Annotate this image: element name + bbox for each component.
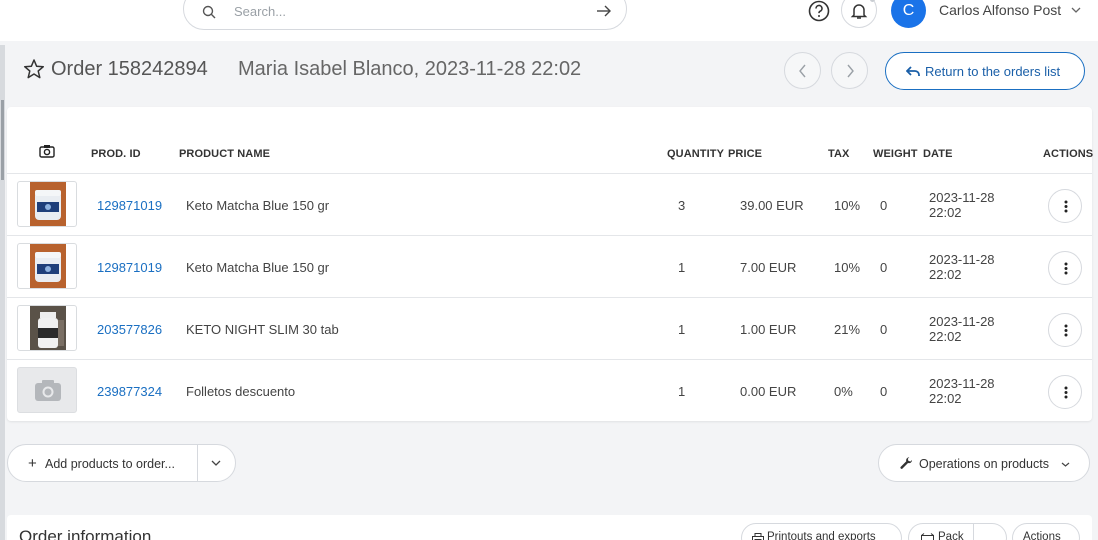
product-name: Keto Matcha Blue 150 gr — [186, 260, 330, 275]
product-image[interactable] — [17, 243, 77, 289]
header-date[interactable]: DATE — [923, 148, 953, 160]
divider — [973, 524, 974, 540]
return-arrow-icon — [906, 66, 920, 76]
product-image[interactable] — [17, 181, 77, 227]
tax: 10% — [834, 260, 861, 275]
printouts-label: Printouts and exports — [767, 531, 876, 540]
chevron-down-icon — [1061, 462, 1070, 467]
product-name: KETO NIGHT SLIM 30 tab — [186, 322, 339, 337]
tax: 10% — [834, 198, 861, 213]
add-products-button[interactable]: + Add products to order... — [7, 444, 236, 482]
arrow-right-icon[interactable] — [596, 3, 612, 19]
page-title: Order 158242894 — [51, 58, 208, 80]
return-to-orders-button[interactable]: Return to the orders list — [885, 52, 1085, 90]
search-icon — [202, 5, 216, 19]
header-price[interactable]: PRICE — [728, 148, 762, 160]
notifications-button[interactable] — [841, 0, 877, 28]
help-icon[interactable] — [808, 0, 830, 22]
price: 39.00 EUR — [740, 198, 804, 213]
quantity: 3 — [678, 198, 686, 213]
product-id-link[interactable]: 129871019 — [97, 260, 162, 275]
quantity: 1 — [678, 384, 686, 399]
return-label: Return to the orders list — [925, 64, 1061, 79]
header-product-name[interactable]: PRODUCT NAME — [179, 148, 270, 160]
box-icon — [921, 533, 934, 540]
table-row: 129871019 Keto Matcha Blue 150 gr 1 7.00… — [7, 235, 1092, 297]
star-icon[interactable] — [23, 58, 45, 80]
row-actions-button[interactable] — [1048, 313, 1082, 347]
weight: 0 — [880, 198, 888, 213]
date: 2023-11-28 22:02 — [929, 376, 995, 406]
tax: 21% — [834, 322, 861, 337]
bell-icon — [850, 4, 868, 19]
date: 2023-11-28 22:02 — [929, 190, 995, 220]
row-actions-button[interactable] — [1048, 375, 1082, 409]
divider — [197, 445, 198, 481]
scrollbar-thumb[interactable] — [1, 100, 4, 180]
weight: 0 — [880, 322, 888, 337]
product-id-link[interactable]: 203577826 — [97, 322, 162, 337]
product-image-placeholder[interactable] — [17, 367, 77, 413]
notification-dot — [870, 0, 875, 2]
header-prod-id[interactable]: PROD. ID — [91, 148, 141, 160]
plus-icon: + — [28, 455, 37, 472]
product-image[interactable] — [17, 305, 77, 351]
table-row: 129871019 Keto Matcha Blue 150 gr 3 39.0… — [7, 173, 1092, 235]
scrollbar[interactable] — [0, 45, 5, 540]
search-input[interactable]: Search... — [234, 4, 286, 19]
order-information-title: Order information — [19, 527, 152, 540]
order-information-card: Order information Printouts and exports … — [7, 515, 1092, 540]
chevron-left-icon — [799, 64, 806, 78]
pack-label: Pack — [938, 531, 964, 540]
product-name: Folletos descuento — [186, 384, 296, 399]
products-table: PROD. ID PRODUCT NAME QUANTITY PRICE TAX… — [7, 107, 1094, 421]
weight: 0 — [880, 384, 888, 399]
row-actions-button[interactable] — [1048, 251, 1082, 285]
price: 0.00 EUR — [740, 384, 797, 399]
printer-icon — [752, 533, 764, 540]
more-vertical-icon — [1064, 386, 1068, 399]
price: 1.00 EUR — [740, 322, 797, 337]
wrench-icon — [900, 457, 913, 469]
next-order-button[interactable] — [831, 52, 868, 89]
pack-button[interactable]: Pack — [908, 523, 1007, 540]
top-bar: Search... C Carlos Alfonso Post — [0, 0, 1098, 41]
add-products-label: Add products to order... — [45, 457, 175, 471]
tax: 0% — [834, 384, 853, 399]
printouts-exports-button[interactable]: Printouts and exports — [741, 523, 902, 540]
chevron-down-icon[interactable] — [1071, 7, 1081, 13]
more-vertical-icon — [1064, 262, 1068, 275]
actions-button[interactable]: Actions — [1012, 523, 1080, 540]
more-vertical-icon — [1064, 200, 1068, 213]
operations-label: Operations on products — [919, 457, 1049, 471]
quantity: 1 — [678, 322, 686, 337]
product-id-link[interactable]: 129871019 — [97, 198, 162, 213]
more-vertical-icon — [1064, 324, 1068, 337]
header-weight[interactable]: WEIGHT — [873, 148, 918, 160]
header-actions: ACTIONS — [1043, 148, 1094, 160]
avatar[interactable]: C — [891, 0, 926, 28]
date: 2023-11-28 22:02 — [929, 314, 995, 344]
camera-icon — [39, 145, 55, 158]
operations-on-products-button[interactable]: Operations on products — [878, 444, 1090, 482]
table-row: 203577826 KETO NIGHT SLIM 30 tab 1 1.00 … — [7, 297, 1092, 359]
table-row: 239877324 Folletos descuento 1 0.00 EUR … — [7, 359, 1092, 421]
previous-order-button[interactable] — [784, 52, 821, 89]
chevron-down-icon[interactable] — [211, 460, 221, 466]
header-quantity[interactable]: QUANTITY — [667, 148, 724, 160]
user-name[interactable]: Carlos Alfonso Post — [939, 2, 1061, 18]
chevron-right-icon — [847, 64, 854, 78]
product-name: Keto Matcha Blue 150 gr — [186, 198, 330, 213]
product-id-link[interactable]: 239877324 — [97, 384, 162, 399]
price: 7.00 EUR — [740, 260, 797, 275]
row-actions-button[interactable] — [1048, 189, 1082, 223]
order-subtitle: Maria Isabel Blanco, 2023-11-28 22:02 — [238, 58, 582, 80]
weight: 0 — [880, 260, 888, 275]
camera-placeholder-icon — [35, 380, 61, 401]
quantity: 1 — [678, 260, 686, 275]
actions-label: Actions — [1023, 531, 1061, 540]
header-tax[interactable]: TAX — [828, 148, 849, 160]
date: 2023-11-28 22:02 — [929, 252, 995, 282]
search-box[interactable]: Search... — [183, 0, 627, 30]
